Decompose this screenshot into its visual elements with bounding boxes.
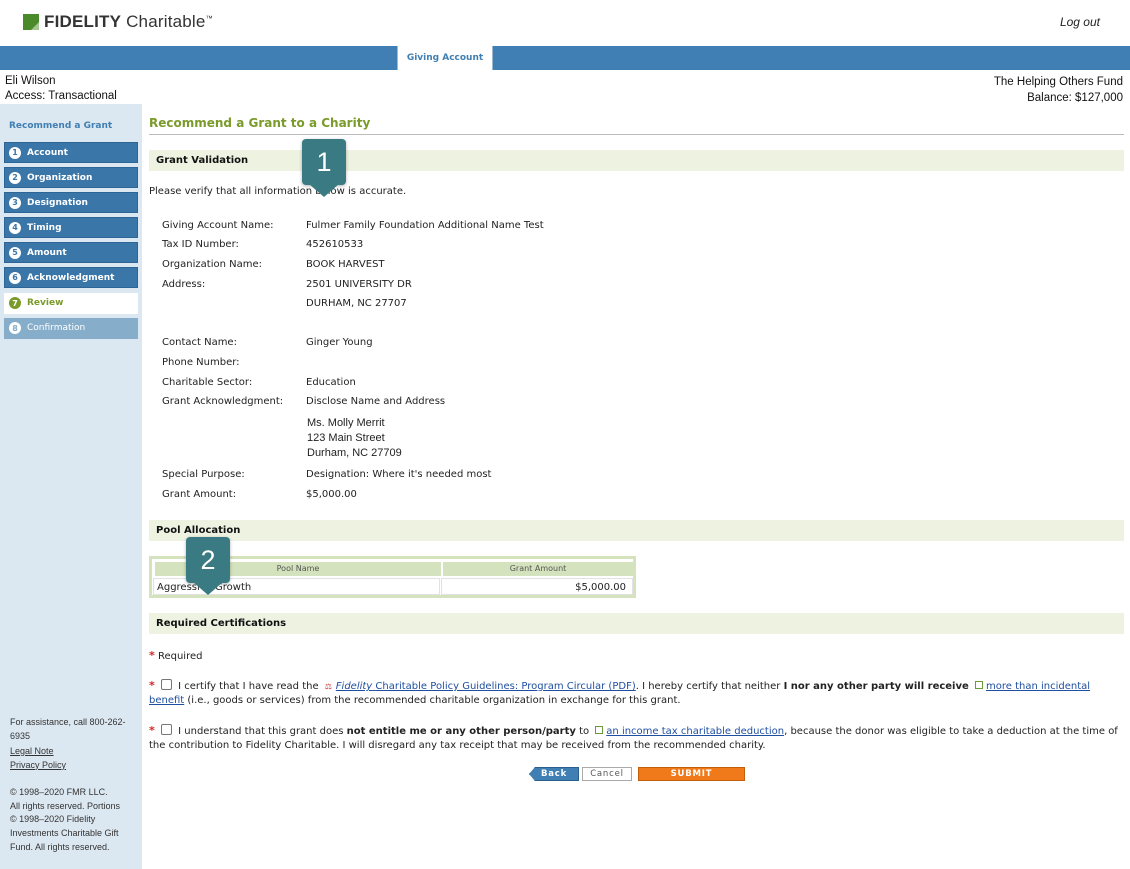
popup-icon [595, 726, 604, 734]
user-info: Eli Wilson Access: Transactional [5, 74, 117, 104]
step-number: 5 [9, 246, 21, 259]
step-organization[interactable]: 2 Organization [4, 167, 138, 189]
tax-deduction-link[interactable]: an income tax charitable deduction [606, 726, 784, 737]
sidebar-title: Recommend a Grant [9, 121, 113, 131]
step-review: 7 Review [4, 292, 138, 314]
step-account[interactable]: 1 Account [4, 142, 138, 163]
required-note: * Required [149, 649, 203, 662]
step-acknowledgment[interactable]: 6 Acknowledgment [4, 267, 138, 289]
fund-name: The Helping Others Fund [993, 76, 1123, 88]
label-amount: Grant Amount: [162, 489, 237, 500]
label-sector: Charitable Sector: [162, 377, 253, 388]
value-amount: $5,000.00 [306, 489, 357, 500]
privacy-policy-link[interactable]: Privacy Policy [10, 760, 66, 770]
nav-bar: Giving Account [0, 46, 1130, 70]
user-name: Eli Wilson [5, 75, 56, 87]
column-grant-amount: Grant Amount [443, 562, 633, 576]
step-amount[interactable]: 5 Amount [4, 242, 138, 264]
step-confirmation: 8 Confirmation [4, 317, 138, 339]
step-timing[interactable]: 4 Timing [4, 217, 138, 239]
step-number: 8 [9, 322, 21, 335]
fidelity-charitable-logo[interactable]: FIDELITY Charitable™ [23, 12, 213, 32]
label-contact: Contact Name: [162, 337, 237, 348]
certify-guidelines-checkbox[interactable] [160, 679, 172, 690]
ack-address-block: Ms. Molly Merrit 123 Main Street Durham,… [307, 417, 402, 459]
footer-links: Legal Note Privacy Policy [10, 745, 66, 772]
step-number: 1 [9, 146, 21, 159]
label-org: Organization Name: [162, 259, 262, 270]
value-contact: Ginger Young [306, 337, 373, 348]
fund-balance: Balance: $127,000 [1027, 92, 1123, 104]
value-account: Fulmer Family Foundation Additional Name… [306, 220, 544, 231]
page-title: Recommend a Grant to a Charity [149, 116, 371, 130]
divider [149, 134, 1124, 135]
step-number: 6 [9, 271, 21, 284]
section-required-certifications: Required Certifications [149, 613, 1124, 634]
step-number: 2 [9, 171, 21, 184]
section-grant-validation: Grant Validation [149, 150, 1124, 171]
fund-info: The Helping Others Fund Balance: $127,00… [994, 74, 1123, 106]
step-number: 7 [9, 297, 21, 310]
label-account: Giving Account Name: [162, 220, 274, 231]
label-purpose: Special Purpose: [162, 469, 245, 480]
certification-2: * I understand that this grant does not … [149, 724, 1118, 751]
back-button[interactable]: Back [529, 767, 579, 781]
program-circular-link[interactable]: Fidelity Charitable Policy Guidelines: P… [336, 681, 636, 692]
required-asterisk: * [149, 679, 155, 692]
logo-mark-icon [23, 14, 39, 30]
logout-link[interactable]: Log out [1060, 15, 1100, 29]
copyright: © 1998–2020 FMR LLC. All rights reserved… [10, 787, 121, 852]
submit-button[interactable]: SUBMIT [638, 767, 745, 781]
label-phone: Phone Number: [162, 357, 240, 368]
header: FIDELITY Charitable™ Log out [0, 0, 1130, 46]
required-asterisk: * [149, 724, 155, 737]
pool-amount-cell: $5,000.00 [441, 578, 633, 595]
label-tax-id: Tax ID Number: [162, 239, 239, 250]
value-ack: Disclose Name and Address [306, 396, 446, 407]
step-number: 4 [9, 221, 21, 234]
tab-giving-account[interactable]: Giving Account [397, 46, 493, 70]
label-ack: Grant Acknowledgment: [162, 396, 284, 407]
required-asterisk: * [149, 649, 155, 662]
step-list: 1 Account 2 Organization 3 Designation 4 Tim… [4, 142, 138, 343]
step-designation[interactable]: 3 Designation [4, 192, 138, 214]
certification-1: * I certify that I have read the ⚖ Fideli… [149, 679, 1091, 706]
section-pool-allocation: Pool Allocation [149, 520, 1124, 541]
value-sector: Education [306, 377, 356, 388]
label-address: Address: [162, 279, 206, 290]
value-address-line1: 2501 UNIVERSITY DR [306, 279, 412, 290]
certify-deduction-checkbox[interactable] [160, 724, 172, 735]
popup-icon [974, 681, 983, 689]
value-tax-id: 452610533 [306, 239, 364, 250]
sidebar: Recommend a Grant 1 Account 2 Organization… [0, 104, 142, 869]
callout-badge-2: 2 [186, 537, 230, 595]
validation-intro: Please verify that all information below… [149, 186, 407, 197]
user-access: Access: Transactional [5, 90, 117, 102]
legal-note-link[interactable]: Legal Note [10, 746, 54, 756]
step-number: 3 [9, 196, 21, 209]
callout-badge-1: 1 [302, 139, 346, 197]
value-org: BOOK HARVEST [306, 259, 385, 270]
cancel-button[interactable]: Cancel [582, 767, 632, 781]
assistance-phone: For assistance, call 800-262-6935 [10, 717, 126, 741]
pdf-icon: ⚖ [324, 682, 332, 691]
value-address-line2: DURHAM, NC 27707 [306, 298, 407, 309]
value-purpose: Designation: Where it's needed most [306, 469, 492, 480]
